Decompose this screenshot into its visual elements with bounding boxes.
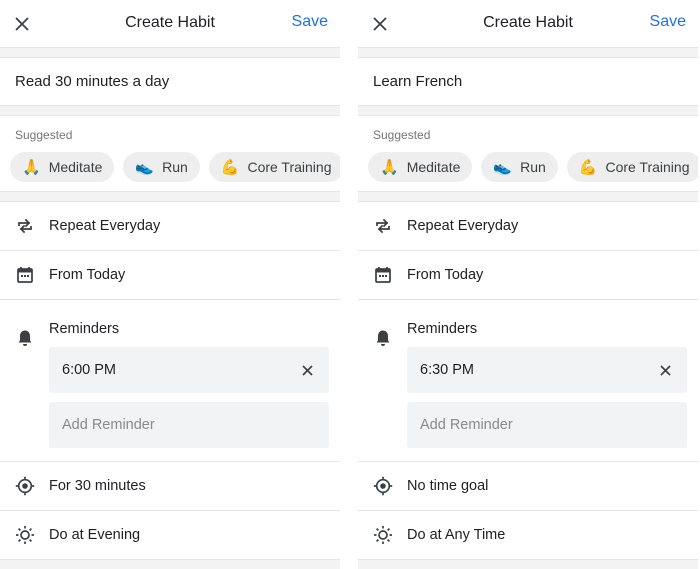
flexed-biceps-icon: 💪 [578, 158, 598, 176]
header: Create Habit Save [358, 0, 698, 48]
goal-option[interactable]: For 30 minutes [0, 462, 340, 511]
chip-run[interactable]: 👟 Run [123, 152, 200, 182]
reminder-time[interactable]: 6:00 PM [49, 347, 329, 393]
close-icon [301, 364, 313, 376]
chip-meditate[interactable]: 🙏 Meditate [10, 152, 115, 182]
chip-label: Core Training [605, 159, 690, 175]
chip-meditate[interactable]: 🙏 Meditate [368, 152, 473, 182]
suggested-section: Suggested 🙏 Meditate 👟 Run 💪 Core Traini… [0, 115, 340, 192]
options-list: Repeat Everyday From Today Reminders 6:3… [358, 201, 698, 560]
time-of-day-label: Do at Evening [49, 527, 141, 543]
goal-label: No time goal [407, 478, 489, 494]
add-reminder-input[interactable]: Add Reminder [49, 402, 329, 448]
repeat-label: Repeat Everyday [49, 218, 161, 234]
suggested-chips: 🙏 Meditate 👟 Run 💪 Core Training [368, 152, 698, 182]
suggested-label: Suggested [373, 128, 431, 142]
reminder-time-value: 6:30 PM [420, 362, 474, 378]
suggested-section: Suggested 🙏 Meditate 👟 Run 💪 Core Traini… [358, 115, 698, 192]
chip-label: Core Training [247, 159, 332, 175]
reminder-time[interactable]: 6:30 PM [407, 347, 687, 393]
sun-icon [373, 525, 393, 545]
add-reminder-input[interactable]: Add Reminder [407, 402, 687, 448]
pray-icon: 🙏 [380, 158, 399, 176]
start-date-option[interactable]: From Today [358, 251, 698, 300]
time-of-day-option[interactable]: Do at Evening [0, 511, 340, 560]
header: Create Habit Save [0, 0, 340, 48]
remove-reminder-button[interactable] [657, 362, 673, 378]
repeat-icon [373, 216, 393, 236]
chip-label: Run [520, 159, 546, 175]
start-date-option[interactable]: From Today [0, 251, 340, 300]
chip-core-training[interactable]: 💪 Core Training [208, 152, 340, 182]
repeat-option[interactable]: Repeat Everyday [0, 202, 340, 251]
target-icon [15, 476, 35, 496]
suggested-label: Suggested [15, 128, 73, 142]
habit-name-input[interactable]: Read 30 minutes a day [0, 57, 340, 106]
chip-run[interactable]: 👟 Run [481, 152, 558, 182]
shoe-icon: 👟 [493, 158, 513, 176]
pray-icon: 🙏 [22, 158, 41, 176]
start-date-label: From Today [407, 267, 484, 283]
create-habit-screen-left: Create Habit Save Read 30 minutes a day … [0, 0, 340, 569]
page-title: Create Habit [125, 14, 215, 31]
target-icon [373, 476, 393, 496]
reminders-section: Reminders 6:30 PM Add Reminder [358, 300, 698, 462]
repeat-icon [15, 216, 35, 236]
repeat-label: Repeat Everyday [407, 218, 519, 234]
goal-label: For 30 minutes [49, 478, 146, 494]
chip-label: Meditate [48, 159, 103, 175]
remove-reminder-button[interactable] [299, 362, 315, 378]
flexed-biceps-icon: 💪 [220, 158, 240, 176]
close-button[interactable] [366, 10, 394, 38]
close-button[interactable] [8, 10, 36, 38]
shoe-icon: 👟 [135, 158, 155, 176]
chip-label: Meditate [406, 159, 461, 175]
repeat-option[interactable]: Repeat Everyday [358, 202, 698, 251]
chip-label: Run [162, 159, 188, 175]
bell-icon [373, 328, 393, 348]
reminders-label: Reminders [49, 321, 120, 337]
calendar-icon [15, 265, 35, 285]
goal-option[interactable]: No time goal [358, 462, 698, 511]
time-of-day-option[interactable]: Do at Any Time [358, 511, 698, 560]
start-date-label: From Today [49, 267, 126, 283]
reminders-section: Reminders 6:00 PM Add Reminder [0, 300, 340, 462]
reminders-label: Reminders [407, 321, 478, 337]
reminder-time-value: 6:00 PM [62, 362, 116, 378]
bell-icon [15, 328, 35, 348]
close-icon [659, 364, 671, 376]
options-list: Repeat Everyday From Today Reminders 6:0… [0, 201, 340, 560]
chip-core-training[interactable]: 💪 Core Training [566, 152, 698, 182]
create-habit-screen-right: Create Habit Save Learn French Suggested… [358, 0, 698, 569]
save-button[interactable]: Save [292, 13, 328, 31]
suggested-chips: 🙏 Meditate 👟 Run 💪 Core Training [10, 152, 340, 182]
calendar-icon [373, 265, 393, 285]
close-icon [15, 17, 29, 31]
page-title: Create Habit [483, 14, 573, 31]
sun-icon [15, 525, 35, 545]
time-of-day-label: Do at Any Time [407, 527, 506, 543]
close-icon [373, 17, 387, 31]
save-button[interactable]: Save [650, 13, 686, 31]
habit-name-input[interactable]: Learn French [358, 57, 698, 106]
